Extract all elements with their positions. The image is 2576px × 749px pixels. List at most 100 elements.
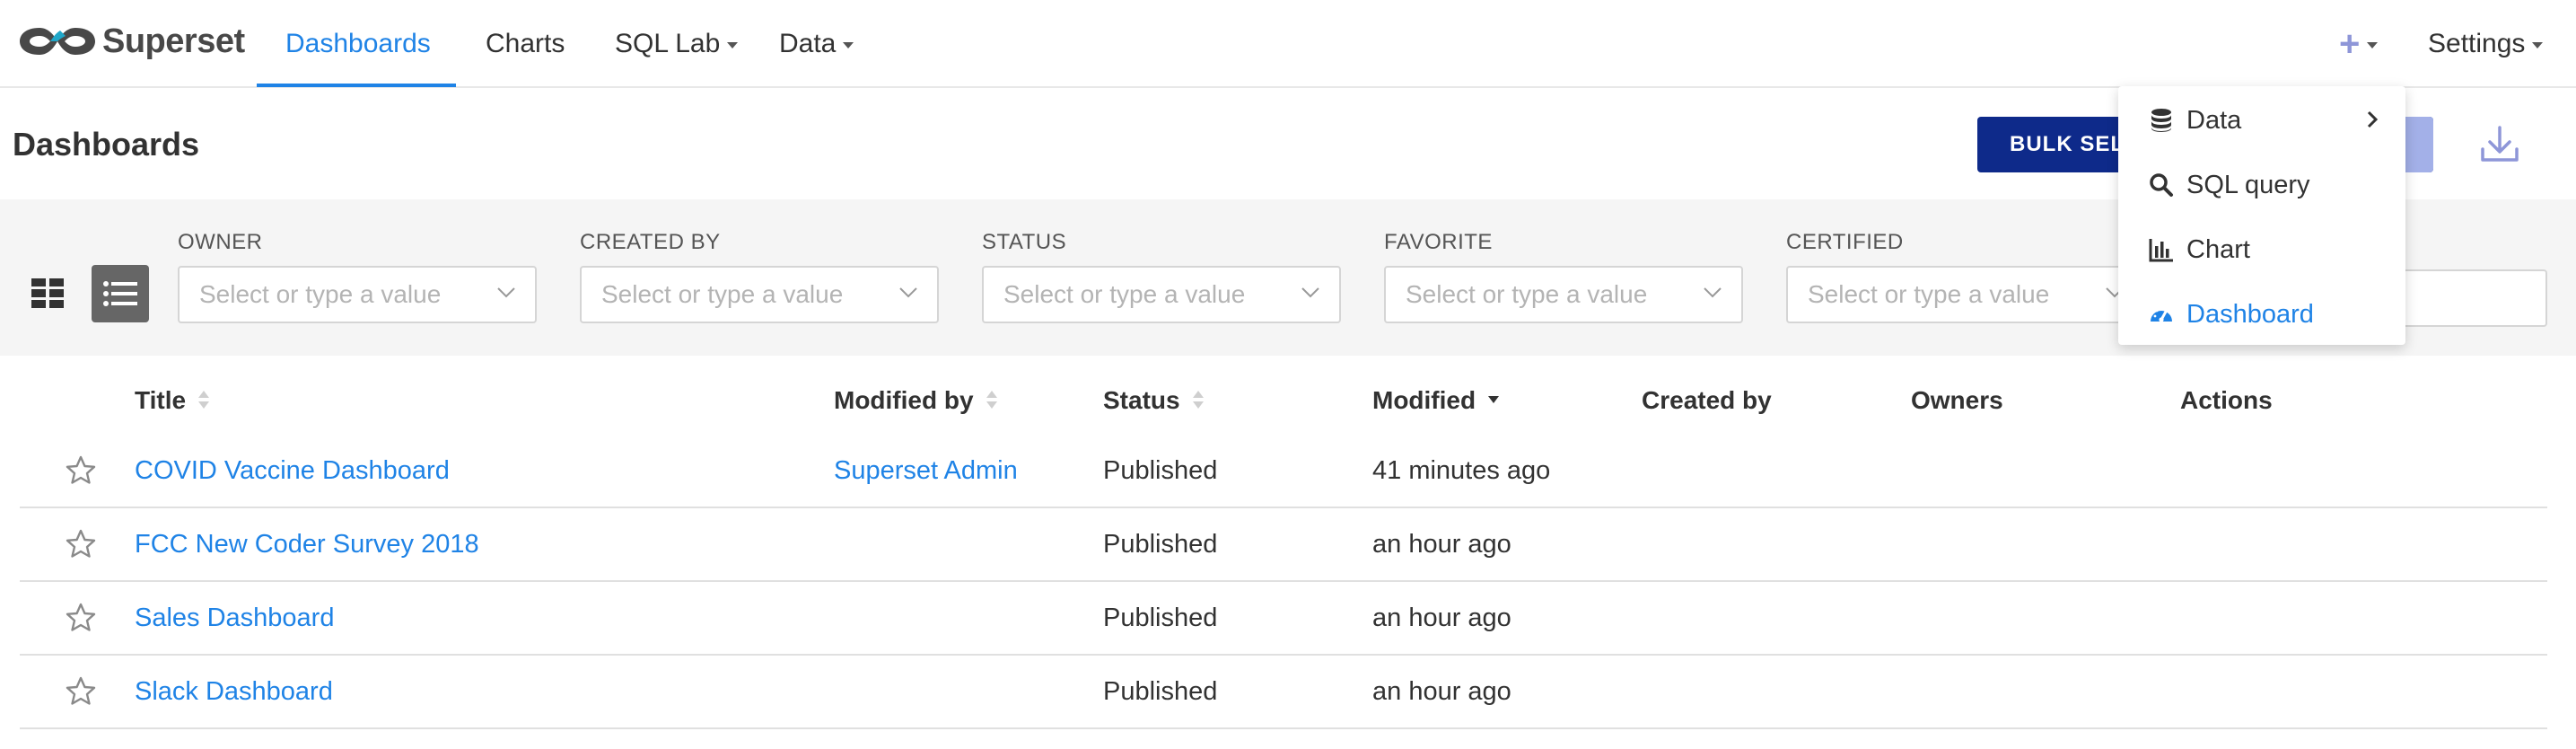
top-navbar: Superset Dashboards Charts SQL Lab Data … [0, 0, 2576, 88]
new-menu-item-data[interactable]: Data [2118, 88, 2405, 153]
status-cell: Published [1103, 529, 1218, 559]
chevron-down-icon [1301, 287, 1319, 298]
nav-sql-lab[interactable]: SQL Lab [615, 0, 739, 88]
column-header-modified[interactable]: Modified [1372, 383, 1500, 419]
caret-down-icon [2532, 41, 2544, 48]
sort-icon [1192, 391, 1204, 410]
star-icon[interactable] [65, 675, 97, 708]
bar-chart-icon [2149, 239, 2173, 262]
brand[interactable]: Superset [18, 16, 245, 66]
nav-dashboards-label: Dashboards [285, 29, 431, 58]
filter-status: STATUS Select or type a value [982, 230, 1341, 323]
status-select[interactable]: Select or type a value [982, 266, 1341, 323]
favorite-select[interactable]: Select or type a value [1384, 266, 1743, 323]
dashboard-gauge-icon [2151, 307, 2172, 322]
column-header-modified-by[interactable]: Modified by [834, 383, 997, 419]
column-header-status[interactable]: Status [1103, 383, 1204, 419]
new-menu-item-chart[interactable]: Chart [2118, 217, 2405, 282]
chevron-right-icon [2367, 110, 2379, 128]
column-status-label: Status [1103, 386, 1180, 414]
list-view-icon [103, 281, 137, 306]
caret-down-icon [727, 41, 739, 48]
filter-owner: OWNER Select or type a value [178, 230, 537, 323]
star-icon[interactable] [65, 528, 97, 560]
modified-cell: an hour ago [1372, 603, 1511, 632]
new-menu-sql-query-label: SQL query [2186, 170, 2310, 199]
status-cell: Published [1103, 603, 1218, 632]
plus-icon: + [2339, 24, 2361, 64]
status-cell: Published [1103, 676, 1218, 706]
nav-sql-lab-label: SQL Lab [615, 29, 721, 58]
active-nav-underline [257, 84, 456, 87]
list-view-toggle[interactable] [92, 265, 149, 322]
filter-favorite: FAVORITE Select or type a value [1384, 230, 1743, 323]
settings-label: Settings [2428, 29, 2526, 58]
modified-cell: 41 minutes ago [1372, 455, 1551, 485]
superset-logo-icon [20, 28, 95, 55]
dashboard-title-link[interactable]: Slack Dashboard [135, 656, 333, 727]
new-menu-dropdown: Data SQL query Chart Dashboard [2118, 86, 2405, 345]
caret-down-icon [2367, 41, 2379, 48]
column-owners-label: Owners [1911, 386, 2003, 414]
column-header-owners: Owners [1911, 383, 2003, 419]
table-row: Sales Dashboard Published an hour ago [20, 582, 2547, 656]
created-by-select[interactable]: Select or type a value [580, 266, 939, 323]
modified-cell: an hour ago [1372, 676, 1511, 706]
dashboard-title-link[interactable]: FCC New Coder Survey 2018 [135, 508, 479, 580]
modified-by-link[interactable]: Superset Admin [834, 435, 1018, 507]
sort-desc-icon [1488, 391, 1500, 410]
table-row: Slack Dashboard Published an hour ago [20, 656, 2547, 729]
new-menu-data-label: Data [2186, 105, 2242, 135]
filter-favorite-label: FAVORITE [1384, 230, 1493, 254]
card-view-toggle[interactable] [20, 265, 77, 322]
column-header-created-by: Created by [1642, 383, 1772, 419]
card-view-icon [31, 278, 64, 308]
status-select-placeholder: Select or type a value [1003, 280, 1246, 308]
new-menu-button[interactable]: + [2339, 22, 2379, 66]
nav-charts-label: Charts [486, 29, 565, 58]
new-menu-item-sql-query[interactable]: SQL query [2118, 153, 2405, 217]
new-menu-chart-label: Chart [2186, 234, 2250, 264]
chevron-down-icon [899, 287, 917, 298]
column-title-label: Title [135, 386, 187, 414]
column-modified-label: Modified [1372, 386, 1476, 414]
owner-select-placeholder: Select or type a value [199, 280, 442, 308]
search-icon [2150, 173, 2173, 197]
filter-created-by-label: CREATED BY [580, 230, 721, 254]
dashboards-table: Title Modified by Status Modified Create… [20, 356, 2547, 749]
nav-data-label: Data [779, 29, 837, 58]
certified-select[interactable]: Select or type a value [1786, 266, 2145, 323]
column-header-title[interactable]: Title [135, 383, 210, 419]
status-cell: Published [1103, 455, 1218, 485]
filter-created-by: CREATED BY Select or type a value [580, 230, 939, 323]
page-title: Dashboards [13, 126, 200, 163]
owner-select[interactable]: Select or type a value [178, 266, 537, 323]
nav-data[interactable]: Data [779, 0, 854, 88]
database-icon [2151, 109, 2171, 132]
created-by-select-placeholder: Select or type a value [601, 280, 844, 308]
table-row: COVID Vaccine Dashboard Superset Admin P… [20, 435, 2547, 508]
filter-status-label: STATUS [982, 230, 1067, 254]
download-icon[interactable] [2477, 122, 2522, 167]
chevron-down-icon [497, 287, 515, 298]
caret-down-icon [843, 41, 854, 48]
new-menu-item-dashboard[interactable]: Dashboard [2118, 282, 2405, 347]
column-created-by-label: Created by [1642, 386, 1772, 414]
sort-icon [198, 391, 210, 410]
nav-charts[interactable]: Charts [486, 0, 565, 88]
nav-dashboards[interactable]: Dashboards [285, 0, 431, 88]
certified-select-placeholder: Select or type a value [1808, 280, 2050, 308]
filter-certified-label: CERTIFIED [1786, 230, 1904, 254]
settings-menu[interactable]: Settings [2428, 0, 2544, 88]
sort-icon [986, 391, 997, 410]
favorite-select-placeholder: Select or type a value [1406, 280, 1648, 308]
dashboard-title-link[interactable]: COVID Vaccine Dashboard [135, 435, 450, 507]
column-modified-by-label: Modified by [834, 386, 974, 414]
column-header-actions: Actions [2180, 383, 2273, 419]
search-input[interactable] [2388, 269, 2547, 327]
modified-cell: an hour ago [1372, 529, 1511, 559]
star-icon[interactable] [65, 454, 97, 487]
filter-certified: CERTIFIED Select or type a value [1786, 230, 2145, 323]
dashboard-title-link[interactable]: Sales Dashboard [135, 582, 334, 654]
star-icon[interactable] [65, 602, 97, 634]
